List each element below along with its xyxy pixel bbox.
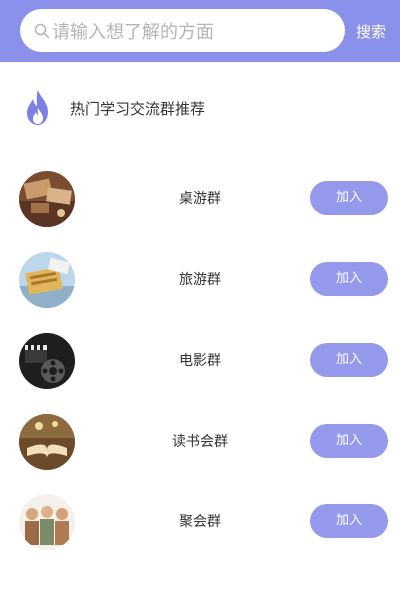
join-button[interactable]: 加入 (310, 504, 388, 538)
group-row-movies: 电影群 加入 (0, 333, 400, 389)
search-button[interactable]: 搜索 (356, 21, 386, 42)
join-button[interactable]: 加入 (310, 343, 388, 377)
group-name: 桌游群 (179, 191, 221, 207)
fire-icon (22, 88, 54, 128)
group-row-party: 聚会群 加入 (0, 494, 400, 550)
group-row-travel: 旅游群 加入 (0, 252, 400, 308)
group-name: 电影群 (179, 353, 221, 369)
group-row-board-games: 桌游群 加入 (0, 171, 400, 227)
search-bar: 请输入想了解的方面 搜索 (0, 0, 400, 62)
search-icon (34, 23, 50, 39)
movie-avatar (19, 333, 75, 389)
search-input[interactable]: 请输入想了解的方面 (20, 9, 345, 52)
travel-avatar (19, 252, 75, 308)
group-row-book-club: 读书会群 加入 (0, 414, 400, 470)
group-name: 聚会群 (179, 514, 221, 530)
search-placeholder: 请输入想了解的方面 (52, 21, 214, 43)
join-button[interactable]: 加入 (310, 181, 388, 215)
hot-section-header: 热门学习交流群推荐 (22, 88, 205, 128)
group-name: 旅游群 (179, 272, 221, 288)
board-game-avatar (19, 171, 75, 227)
join-button[interactable]: 加入 (310, 262, 388, 296)
book-avatar (19, 414, 75, 470)
join-button[interactable]: 加入 (310, 424, 388, 458)
party-avatar (19, 494, 75, 550)
group-name: 读书会群 (172, 434, 228, 450)
hot-section-title: 热门学习交流群推荐 (70, 99, 206, 118)
